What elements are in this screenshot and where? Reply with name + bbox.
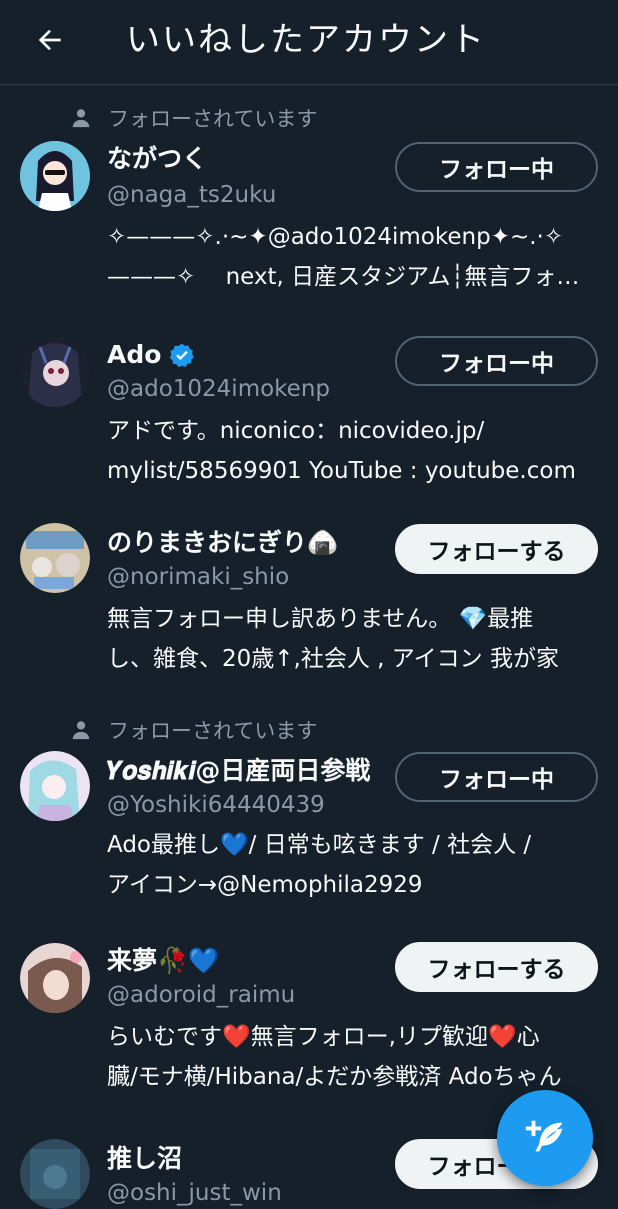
follow-button[interactable]: フォローする [395, 942, 598, 992]
username[interactable]: @Yoshiki64440439 [107, 789, 325, 821]
username[interactable]: @norimaki_shio [107, 561, 289, 593]
avatar[interactable] [20, 1139, 90, 1209]
display-name[interactable]: 来夢🥀💙 [107, 943, 219, 979]
verified-badge-icon [170, 343, 195, 368]
bio-line: アドです。niconico：nicovideo.jp/ [107, 418, 485, 444]
following-button[interactable]: フォロー中 [395, 142, 598, 192]
avatar-image [20, 751, 90, 821]
bio: Ado最推し💙/ 日常も呟きます / 社会人 / アイコン→@Nemophila… [107, 825, 597, 905]
follow-button[interactable]: フォローする [395, 524, 598, 574]
bio-line: 臓/モナ横/Hibana/よだか参戦済 Adoちゃん [107, 1064, 562, 1090]
display-name-row[interactable]: Ado [107, 337, 195, 373]
page-title: いいねしたアカウント [126, 20, 486, 60]
bio-line: ———✧ next, 日産スタジアム┆無言フォロー [107, 264, 597, 290]
display-name[interactable]: 𝒀𝒐𝒔𝒉𝒊𝒌𝒊@日産両日参戦 [107, 753, 370, 789]
avatar-image [20, 337, 90, 407]
arrow-left-icon [38, 29, 61, 51]
person-icon [72, 721, 90, 740]
display-name[interactable]: のりまきおにぎり🍙 [107, 525, 338, 561]
follows-you-label: フォローされています [108, 107, 318, 131]
compose-tweet-icon [525, 1120, 563, 1152]
username[interactable]: @ado1024imokenp [107, 373, 330, 405]
following-button[interactable]: フォロー中 [395, 336, 598, 386]
person-icon [72, 109, 90, 128]
bio: 無言フォロー申し訳ありません。 💎最推 し、雑食、20歳↑,社会人 , アイコン… [107, 599, 597, 679]
avatar-image [20, 141, 90, 211]
bio: ✧———✧.·~✦@ado1024imokenp✦~.·✧ ———✧ next,… [107, 217, 597, 297]
back-button[interactable] [28, 18, 72, 62]
follows-you-label: フォローされています [108, 719, 318, 743]
bio-line: 無言フォロー申し訳ありません。 💎最推 [107, 606, 534, 632]
avatar-image [20, 1139, 90, 1209]
bio-line: し、雑食、20歳↑,社会人 , アイコン 我が家 [107, 646, 559, 672]
display-name[interactable]: Ado [107, 337, 161, 373]
avatar[interactable] [20, 943, 90, 1013]
bio-line: mylist/58569901 YouTube : youtube.com [107, 458, 576, 484]
bio: らいむです❤️無言フォロー,リプ歓迎❤️心 臓/モナ横/Hibana/よだか参戦… [107, 1017, 597, 1097]
compose-tweet-button[interactable] [497, 1090, 593, 1186]
avatar[interactable] [20, 523, 90, 593]
display-name[interactable]: ながつく [107, 141, 207, 177]
username[interactable]: @oshi_just_win [107, 1177, 282, 1209]
bio-line: ✧———✧.·~✦@ado1024imokenp✦~.·✧ [107, 224, 564, 250]
avatar[interactable] [20, 141, 90, 211]
avatar[interactable] [20, 337, 90, 407]
bio-line: Ado最推し💙/ 日常も呟きます / 社会人 / [107, 832, 532, 858]
display-name[interactable]: 推し沼 [107, 1141, 182, 1177]
avatar-image [20, 523, 90, 593]
following-button[interactable]: フォロー中 [395, 752, 598, 802]
username[interactable]: @naga_ts2uku [107, 179, 276, 211]
username[interactable]: @adoroid_raimu [107, 979, 295, 1011]
follows-you-indicator: フォローされています [70, 715, 317, 745]
bio-line: アイコン→@Nemophila2929 [107, 872, 423, 898]
bio: アドです。niconico：nicovideo.jp/ mylist/58569… [107, 411, 597, 491]
avatar[interactable] [20, 751, 90, 821]
top-app-bar: いいねしたアカウント [0, 0, 618, 85]
follows-you-indicator: フォローされています [70, 103, 317, 133]
avatar-image [20, 943, 90, 1013]
bio-line: らいむです❤️無言フォロー,リプ歓迎❤️心 [107, 1024, 540, 1050]
